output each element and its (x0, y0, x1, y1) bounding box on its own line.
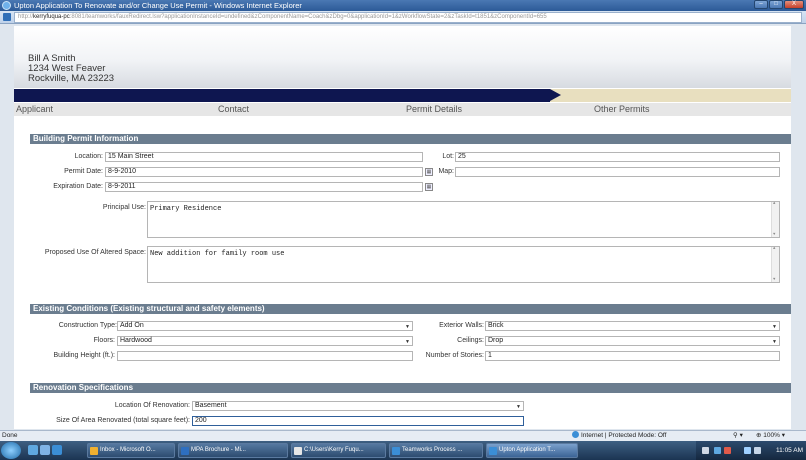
security-zone-text: Internet | Protected Mode: Off (581, 432, 667, 439)
chevron-down-icon: ▼ (772, 339, 777, 345)
proposed-use-value: New addition for family room use (150, 250, 285, 258)
lot-label: Lot: (442, 153, 454, 160)
show-desktop-icon[interactable] (28, 445, 38, 455)
page-content: Bill A Smith 1234 West Feaver Rockville,… (14, 26, 791, 429)
chevron-down-icon: ▼ (772, 324, 777, 330)
step-permit-details[interactable]: Permit Details (406, 104, 462, 114)
task-teamworks[interactable]: Teamworks Process ... (389, 443, 483, 458)
taskbar-clock[interactable]: 11:05 AM (776, 441, 803, 460)
task-word[interactable]: MPA Brochure - Mi... (178, 443, 288, 458)
proposed-use-textarea[interactable]: New addition for family room use (147, 246, 780, 283)
construction-type-value: Add On (120, 322, 144, 329)
location-input[interactable]: 15 Main Street (105, 152, 423, 162)
building-permit-section-header: Building Permit Information (30, 134, 791, 144)
url-input[interactable]: http://kerryfuqua-pc:8081/teamworks/faux… (14, 12, 802, 23)
chevron-down-icon: ▼ (405, 324, 410, 330)
permit-date-input[interactable]: 8-9-2010 (105, 167, 423, 177)
map-input[interactable] (455, 167, 780, 177)
exterior-walls-select[interactable]: Brick ▼ (485, 321, 780, 331)
ceilings-select[interactable]: Drop ▼ (485, 336, 780, 346)
building-height-input[interactable] (117, 351, 413, 361)
tray-arrow-icon[interactable] (702, 447, 709, 454)
ceilings-value: Drop (488, 337, 504, 344)
window-title-bar[interactable]: Upton Application To Renovate and/or Cha… (0, 0, 806, 11)
applicant-header: Bill A Smith 1234 West Feaver Rockville,… (14, 26, 791, 88)
wizard-progress-bar (14, 89, 791, 102)
status-bar: Done Internet | Protected Mode: Off ⚲ ▾ … (0, 430, 806, 441)
applicant-city: Rockville, MA 23223 (28, 73, 115, 84)
stories-label: Number of Stories: (425, 352, 484, 359)
map-label: Map: (438, 168, 454, 175)
principal-use-label: Principal Use: (102, 204, 146, 211)
renovation-location-value: Basement (195, 402, 227, 409)
lot-input[interactable]: 25 (455, 152, 780, 162)
floors-select[interactable]: Hardwood ▼ (117, 336, 413, 346)
renovation-section-header: Renovation Specifications (30, 383, 791, 393)
page-favicon-icon (3, 13, 11, 21)
expiration-date-input[interactable]: 8-9-2011 (105, 182, 423, 192)
renovation-location-select[interactable]: Basement ▼ (192, 401, 524, 411)
floors-label: Floors: (93, 337, 115, 344)
step-applicant[interactable]: Applicant (16, 104, 53, 114)
taskbar: Inbox - Microsoft O... MPA Brochure - Mi… (0, 441, 806, 460)
security-zone[interactable]: Internet | Protected Mode: Off (572, 431, 666, 441)
wizard-steps: Applicant Contact Permit Details Other P… (14, 103, 791, 116)
expiration-date-calendar-icon[interactable]: ▦ (425, 183, 433, 191)
volume-icon[interactable] (754, 447, 761, 454)
chevron-down-icon: ▼ (405, 339, 410, 345)
task-upton-application[interactable]: Upton Application T... (486, 443, 578, 458)
zoom-value: 100% (763, 432, 780, 439)
tray-app-icon[interactable] (714, 447, 721, 454)
zoom-level[interactable]: ⊕ 100% ▾ (756, 431, 785, 441)
globe-icon (572, 431, 579, 438)
progress-fill (14, 89, 551, 102)
applicant-address: Bill A Smith 1234 West Feaver Rockville,… (28, 54, 114, 84)
floors-value: Hardwood (120, 337, 152, 344)
explorer-quicklaunch-icon[interactable] (40, 445, 50, 455)
proposed-use-label: Proposed Use Of Altered Space: (44, 249, 146, 256)
principal-use-textarea[interactable]: Primary Residence (147, 201, 780, 238)
close-button[interactable]: X (784, 0, 804, 9)
stories-input[interactable]: 1 (485, 351, 780, 361)
step-contact[interactable]: Contact (218, 104, 249, 114)
construction-type-select[interactable]: Add On ▼ (117, 321, 413, 331)
exterior-walls-label: Exterior Walls: (439, 322, 484, 329)
renovated-size-label: Size Of Area Renovated (total square fee… (56, 417, 190, 424)
expiration-date-label: Expiration Date: (53, 183, 103, 190)
ceilings-label: Ceilings: (457, 337, 484, 344)
existing-conditions-section-header: Existing Conditions (Existing structural… (30, 304, 791, 314)
window-title: Upton Application To Renovate and/or Cha… (14, 1, 302, 10)
principal-use-scrollbar[interactable] (771, 202, 779, 237)
window-controls: – □ X (754, 0, 804, 10)
progress-arrow-icon (550, 89, 562, 101)
internet-explorer-icon (2, 1, 11, 10)
url-prefix: http:// (18, 14, 34, 20)
building-height-label: Building Height (ft.): (53, 352, 115, 359)
system-tray: 11:05 AM (696, 441, 806, 460)
renovated-size-input[interactable]: 200 (192, 416, 524, 426)
task-explorer[interactable]: C:\Users\Kerry Fuqu... (291, 443, 386, 458)
renovation-location-label: Location Of Renovation: (114, 402, 190, 409)
minimize-button[interactable]: – (754, 0, 768, 9)
proposed-use-scrollbar[interactable] (771, 247, 779, 282)
step-other-permits[interactable]: Other Permits (594, 104, 650, 114)
task-outlook[interactable]: Inbox - Microsoft O... (87, 443, 175, 458)
start-button[interactable] (1, 442, 21, 459)
maximize-button[interactable]: □ (769, 0, 783, 9)
location-label: Location: (74, 153, 103, 160)
principal-use-value: Primary Residence (150, 205, 222, 213)
status-text: Done (2, 432, 18, 439)
address-bar: http://kerryfuqua-pc:8081/teamworks/faux… (0, 11, 806, 24)
construction-type-label: Construction Type: (58, 322, 117, 329)
tray-alert-icon[interactable] (724, 447, 731, 454)
ie-quicklaunch-icon[interactable] (52, 445, 62, 455)
url-host: kerryfuqua-pc (33, 14, 70, 20)
url-rest: :8081/teamworks/fauxRedirect.lsw?applica… (69, 14, 547, 20)
protected-mode-icon[interactable]: ⚲ ▾ (733, 431, 743, 441)
network-icon[interactable] (744, 447, 751, 454)
exterior-walls-value: Brick (488, 322, 504, 329)
chevron-down-icon: ▼ (516, 404, 521, 410)
permit-date-label: Permit Date: (64, 168, 103, 175)
